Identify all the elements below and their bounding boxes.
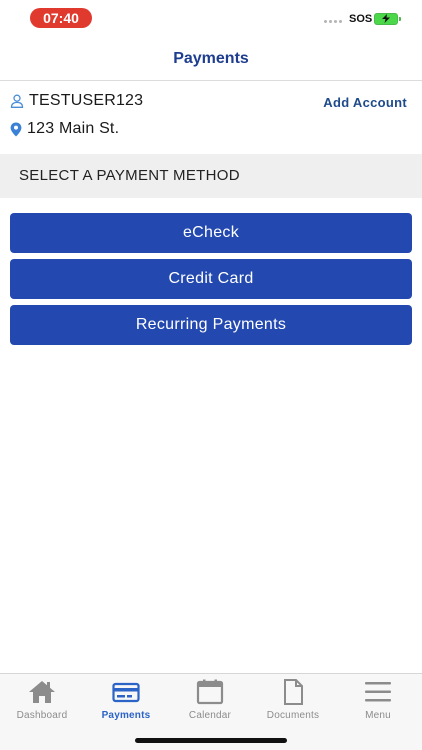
- header: Payments: [0, 40, 422, 81]
- echeck-button[interactable]: eCheck: [10, 213, 412, 253]
- carrier-label: SOS: [349, 13, 373, 25]
- calendar-icon: [196, 679, 224, 705]
- user-icon: [10, 94, 24, 108]
- battery-icon: [374, 13, 401, 25]
- tab-label: Dashboard: [16, 710, 68, 721]
- menu-icon: [365, 682, 391, 702]
- add-account-link[interactable]: Add Account: [323, 95, 407, 110]
- section-title: SELECT A PAYMENT METHOD: [19, 167, 240, 184]
- account-info: TESTUSER123 123 Main St. Add Account: [0, 82, 422, 154]
- page-title: Payments: [173, 50, 249, 67]
- location-pin-icon: [10, 122, 22, 136]
- status-time: 07:40: [30, 8, 92, 28]
- section-header: SELECT A PAYMENT METHOD: [0, 154, 422, 198]
- document-icon: [284, 679, 303, 705]
- status-bar: 07:40 SOS: [0, 0, 422, 40]
- tab-dashboard[interactable]: Dashboard: [0, 678, 84, 728]
- account-address: 123 Main St.: [27, 120, 120, 137]
- tab-label: Payments: [101, 710, 151, 721]
- tab-label: Menu: [365, 710, 391, 721]
- account-username: TESTUSER123: [29, 92, 144, 109]
- tab-menu[interactable]: Menu: [336, 678, 420, 728]
- home-icon: [29, 681, 55, 703]
- tab-calendar[interactable]: Calendar: [168, 678, 252, 728]
- tab-documents[interactable]: Documents: [251, 678, 335, 728]
- signal-icon: [324, 20, 342, 23]
- credit-card-button[interactable]: Credit Card: [10, 259, 412, 299]
- recurring-payments-button[interactable]: Recurring Payments: [10, 305, 412, 345]
- account-address-row: 123 Main St.: [10, 120, 119, 138]
- tab-label: Documents: [266, 710, 320, 721]
- account-user-row: TESTUSER123: [10, 92, 143, 110]
- tab-payments[interactable]: Payments: [84, 678, 168, 728]
- home-indicator[interactable]: [135, 738, 287, 743]
- credit-card-icon: [112, 682, 140, 703]
- tab-label: Calendar: [188, 710, 232, 721]
